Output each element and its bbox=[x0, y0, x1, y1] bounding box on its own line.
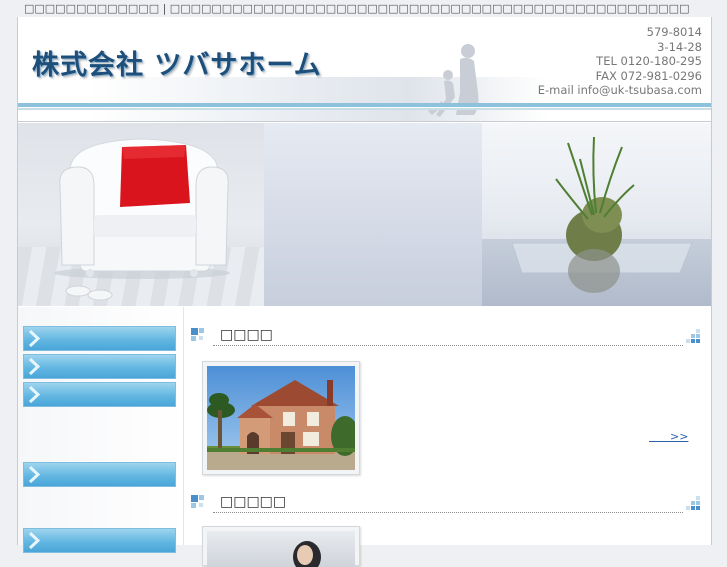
sidebar-nav-button-4[interactable] bbox=[23, 462, 176, 487]
blue-squares-icon bbox=[191, 328, 204, 341]
sidebar-nav-button-5[interactable] bbox=[23, 528, 176, 553]
chevron-right-icon bbox=[28, 386, 40, 403]
sidebar-nav bbox=[18, 307, 184, 553]
section-heading-2: □□□□□ bbox=[191, 492, 701, 514]
more-link[interactable]: >> bbox=[649, 430, 688, 443]
hero-banner bbox=[18, 123, 711, 306]
section-title: □□□□□ bbox=[220, 494, 287, 510]
tel-number: TEL 0120-180-295 bbox=[596, 54, 702, 68]
section-2-photo-image bbox=[207, 531, 355, 567]
top-description-bar: □□□□□□□□□□□□□ | □□□□□□□□□□□□□□□□□□□□□□□□… bbox=[24, 2, 690, 15]
company-logo[interactable]: 株式会社 ツバサホーム bbox=[32, 43, 322, 82]
section-dotted-rule bbox=[213, 345, 683, 346]
sidebar-nav-button-1[interactable] bbox=[23, 326, 176, 351]
chevron-right-icon bbox=[28, 466, 40, 483]
chevron-right-icon bbox=[28, 358, 40, 375]
header-divider bbox=[18, 121, 711, 122]
email-address[interactable]: E-mail info@uk-tsubasa.com bbox=[538, 83, 702, 98]
chevron-right-icon bbox=[28, 330, 40, 347]
fax-number: FAX 072-981-0296 bbox=[595, 68, 702, 83]
blue-squares-icon bbox=[191, 495, 204, 508]
postal-code: 579-8014 bbox=[646, 25, 702, 39]
chevron-right-icon bbox=[28, 532, 40, 549]
sidebar-nav-button-3[interactable] bbox=[23, 382, 176, 407]
contact-block: 579-8014 3-14-28 TEL 0120-180-295 FAX 07… bbox=[538, 25, 702, 98]
page-container: 株式会社 ツバサホーム 579-8014 3-14-28 TEL 0120-18… bbox=[17, 17, 712, 567]
armchair-illustration bbox=[54, 138, 230, 301]
house-illustration bbox=[207, 366, 355, 470]
house-photo-image bbox=[207, 366, 355, 470]
blue-squares-icon bbox=[686, 496, 700, 510]
site-header: 株式会社 ツバサホーム 579-8014 3-14-28 TEL 0120-18… bbox=[18, 17, 711, 123]
person-photo-illustration bbox=[293, 541, 321, 567]
section-dotted-rule bbox=[213, 512, 683, 513]
moss-ball-plant-illustration bbox=[511, 136, 693, 293]
section-title: □□□□ bbox=[220, 327, 273, 343]
header-line-shadow bbox=[18, 108, 711, 110]
house-photo[interactable] bbox=[202, 361, 360, 475]
sidebar-nav-button-2[interactable] bbox=[23, 354, 176, 379]
section-heading-1: □□□□ bbox=[191, 325, 701, 347]
blue-squares-icon bbox=[686, 329, 700, 343]
street-address: 3-14-28 bbox=[657, 39, 702, 54]
section-2-photo[interactable] bbox=[202, 526, 360, 567]
